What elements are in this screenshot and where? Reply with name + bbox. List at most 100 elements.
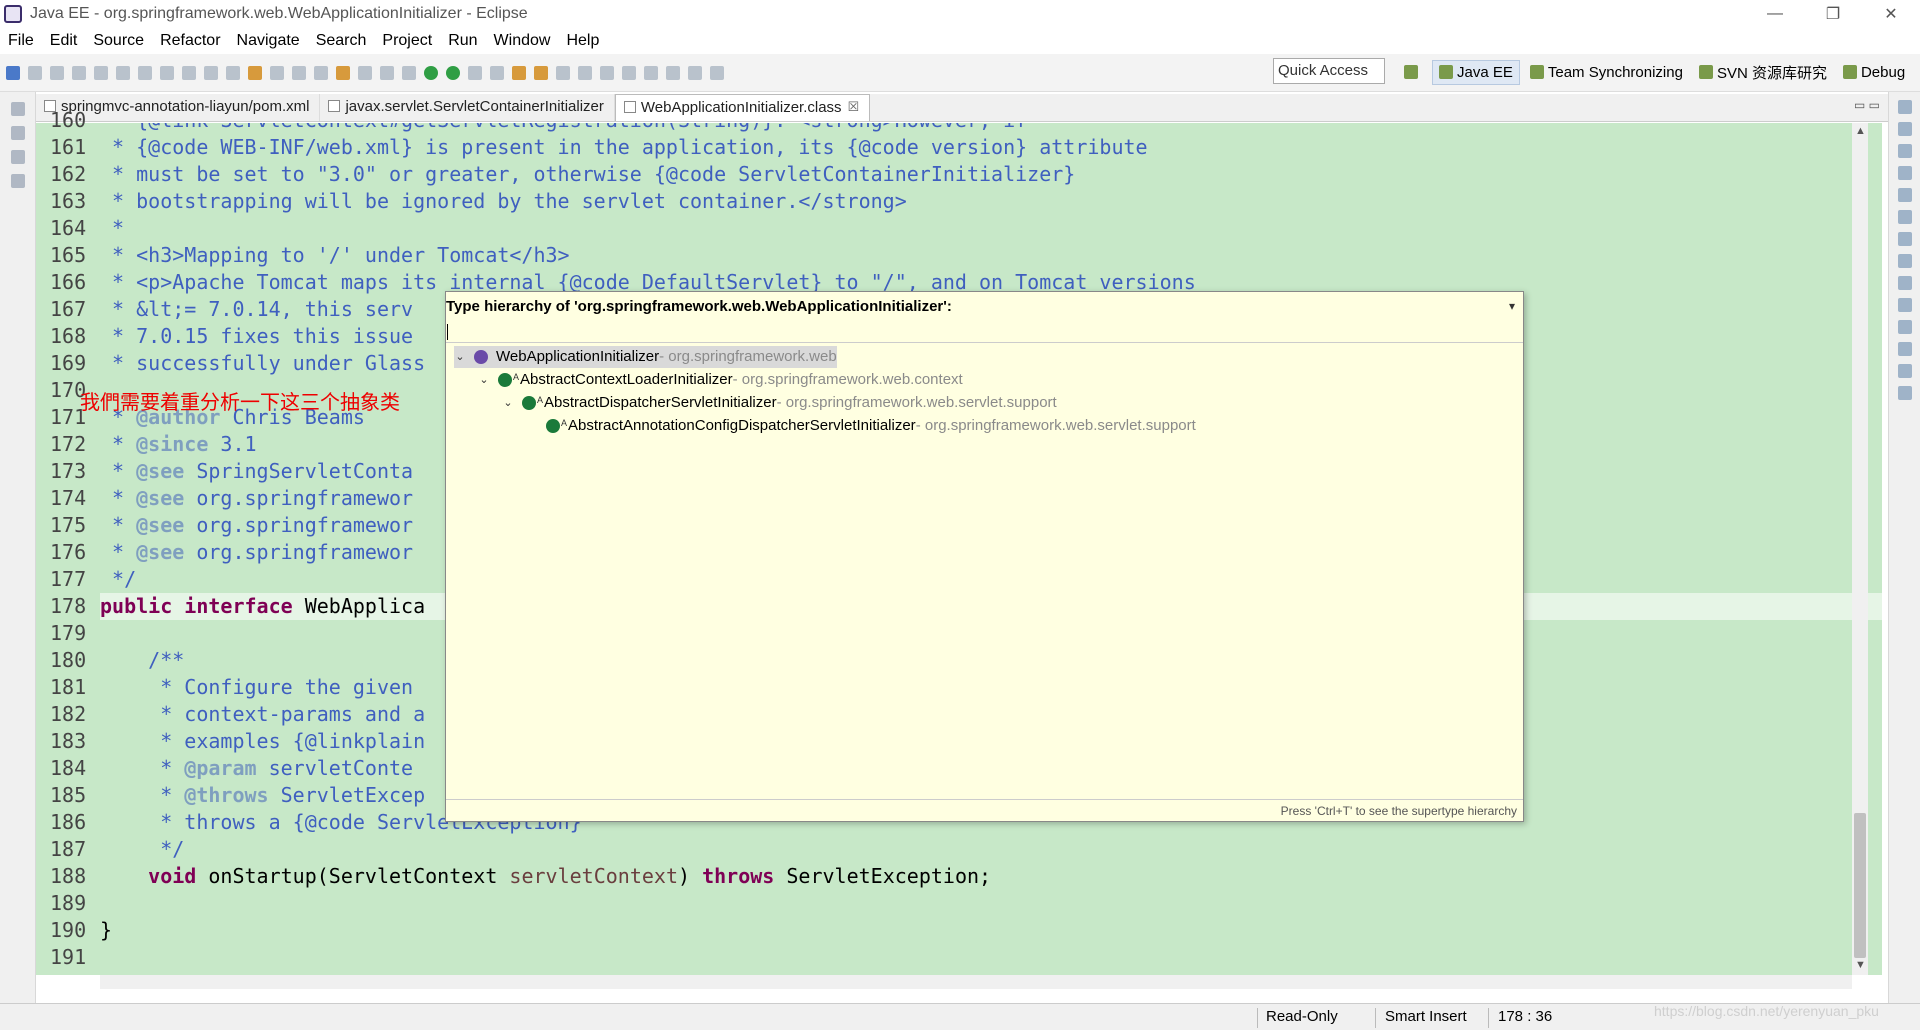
perspective-debug[interactable]: Debug xyxy=(1837,61,1911,84)
new-icon[interactable] xyxy=(6,66,20,80)
coverage-icon[interactable] xyxy=(446,66,460,80)
history-icon[interactable] xyxy=(1897,364,1912,378)
popup-menu-icon[interactable]: ▾ xyxy=(1509,299,1515,313)
properties-icon[interactable] xyxy=(1897,210,1912,224)
open-perspective-button[interactable] xyxy=(1398,62,1428,82)
problems-icon[interactable] xyxy=(1897,298,1912,312)
markers-icon[interactable] xyxy=(1897,188,1912,202)
spring-explorer-icon[interactable] xyxy=(1897,166,1912,180)
perspective-java-ee[interactable]: Java EE xyxy=(1432,59,1520,85)
back-icon[interactable] xyxy=(688,66,702,80)
menu-refactor[interactable]: Refactor xyxy=(152,32,228,50)
editor-stack-controls[interactable]: ▭ ▭ xyxy=(1854,98,1880,112)
perspective-team-sync[interactable]: Team Synchronizing xyxy=(1524,61,1689,84)
new-server-icon[interactable] xyxy=(248,66,262,80)
open-folder-icon[interactable] xyxy=(512,66,526,80)
print-icon[interactable] xyxy=(292,66,306,80)
scroll-down-icon[interactable]: ▼ xyxy=(1855,959,1866,971)
tab-label: WebApplicationInitializer.class xyxy=(640,99,842,116)
restore-view-icon-2[interactable] xyxy=(10,150,25,164)
tree-node-abstract-annotation-config-dispatcher-servlet-initializer[interactable]: A AbstractAnnotationConfigDispatcherServ… xyxy=(526,415,1196,437)
scrollbar-thumb[interactable] xyxy=(1854,813,1866,958)
code-text: onStartup(ServletContext xyxy=(196,864,510,888)
menu-file[interactable]: File xyxy=(0,32,42,50)
code-line: void onStartup(ServletContext servletCon… xyxy=(100,863,1882,890)
menu-search[interactable]: Search xyxy=(308,32,375,50)
data-source-icon[interactable] xyxy=(1897,254,1912,268)
menu-source[interactable]: Source xyxy=(85,32,152,50)
next-annotation-icon[interactable] xyxy=(622,66,636,80)
junit-icon[interactable] xyxy=(1897,386,1912,400)
external-tools-icon[interactable] xyxy=(468,66,482,80)
edit-icon[interactable] xyxy=(556,66,570,80)
package-explorer-icon[interactable] xyxy=(10,126,25,140)
horizontal-scrollbar[interactable] xyxy=(100,975,1852,989)
outline-icon[interactable] xyxy=(10,174,25,188)
menu-bar: File Edit Source Refactor Navigate Searc… xyxy=(0,28,1920,54)
status-bar: Read-Only Smart Insert 178 : 36 xyxy=(0,1003,1920,1030)
line-number: 190 xyxy=(50,918,87,942)
menu-run[interactable]: Run xyxy=(440,32,485,50)
disconnect-icon[interactable] xyxy=(138,66,152,80)
status-read-only: Read-Only xyxy=(1266,1008,1338,1025)
previous-annotation-icon[interactable] xyxy=(644,66,658,80)
type-hierarchy-popup[interactable]: Type hierarchy of 'org.springframework.w… xyxy=(445,291,1524,822)
menu-help[interactable]: Help xyxy=(558,32,607,50)
tree-node-abstract-context-loader-initializer[interactable]: ⌄ A AbstractContextLoaderInitializer - o… xyxy=(478,369,962,391)
globe-icon[interactable] xyxy=(578,66,592,80)
minimize-button[interactable]: — xyxy=(1746,0,1804,28)
last-edit-icon[interactable] xyxy=(666,66,680,80)
menu-window[interactable]: Window xyxy=(486,32,559,50)
run-icon[interactable] xyxy=(424,66,438,80)
forward-icon[interactable] xyxy=(710,66,724,80)
restore-view-icon[interactable] xyxy=(1897,100,1912,114)
quick-access-input[interactable]: Quick Access xyxy=(1273,58,1385,84)
line-number: 181 xyxy=(50,675,87,699)
use-step-filters-icon[interactable] xyxy=(226,66,240,80)
block-selection-icon[interactable] xyxy=(380,66,394,80)
save-icon[interactable] xyxy=(28,66,42,80)
hierarchy-filter-input[interactable] xyxy=(446,319,1523,343)
open-type-icon[interactable] xyxy=(270,66,284,80)
close-tab-icon[interactable]: ☒ xyxy=(848,99,860,115)
suspend-icon[interactable] xyxy=(94,66,108,80)
restore-button[interactable]: ❐ xyxy=(1804,0,1862,28)
tree-node-abstract-dispatcher-servlet-initializer[interactable]: ⌄ A AbstractDispatcherServletInitializer… xyxy=(502,392,1056,414)
open-file-icon[interactable] xyxy=(534,66,548,80)
expand-chevron-icon[interactable]: ⌄ xyxy=(478,369,490,391)
expand-chevron-icon[interactable]: ⌄ xyxy=(454,346,466,368)
expand-chevron-icon[interactable]: ⌄ xyxy=(502,392,514,414)
search-icon[interactable] xyxy=(600,66,614,80)
show-whitespace-icon[interactable] xyxy=(358,66,372,80)
tab-web-application-initializer[interactable]: WebApplicationInitializer.class ☒ xyxy=(614,94,871,121)
menu-project[interactable]: Project xyxy=(374,32,440,50)
tree-node-web-application-initializer[interactable]: ⌄ WebApplicationInitializer - org.spring… xyxy=(454,346,837,368)
line-number: 168 xyxy=(50,324,87,348)
close-button[interactable]: ✕ xyxy=(1862,0,1920,28)
task-list-icon[interactable] xyxy=(1897,122,1912,136)
skip-breakpoints-icon[interactable] xyxy=(50,66,64,80)
snippets-icon[interactable] xyxy=(1897,276,1912,290)
scroll-up-icon[interactable]: ▲ xyxy=(1855,125,1866,137)
outline-view-icon[interactable] xyxy=(1897,144,1912,158)
terminate-icon[interactable] xyxy=(116,66,130,80)
new-java-project-icon[interactable] xyxy=(490,66,504,80)
menu-edit[interactable]: Edit xyxy=(42,32,86,50)
menu-navigate[interactable]: Navigate xyxy=(229,32,308,50)
perspective-svn[interactable]: SVN 资源库研究 xyxy=(1693,59,1833,86)
resume-icon[interactable] xyxy=(72,66,86,80)
step-return-icon[interactable] xyxy=(204,66,218,80)
console-icon[interactable] xyxy=(1897,320,1912,334)
toggle-mark-icon[interactable] xyxy=(314,66,328,80)
restore-view-icon[interactable] xyxy=(10,102,25,116)
tab-servlet-container-initializer[interactable]: javax.servlet.ServletContainerInitialize… xyxy=(320,94,615,121)
step-into-icon[interactable] xyxy=(160,66,174,80)
vertical-scrollbar[interactable]: ▲ ▼ xyxy=(1852,123,1868,975)
servers-icon[interactable] xyxy=(1897,232,1912,246)
debug-icon[interactable] xyxy=(402,66,416,80)
code-line: * must be set to "3.0" or greater, other… xyxy=(100,162,1076,186)
progress-icon[interactable] xyxy=(1897,342,1912,356)
highlight-icon[interactable] xyxy=(336,66,350,80)
step-over-icon[interactable] xyxy=(182,66,196,80)
